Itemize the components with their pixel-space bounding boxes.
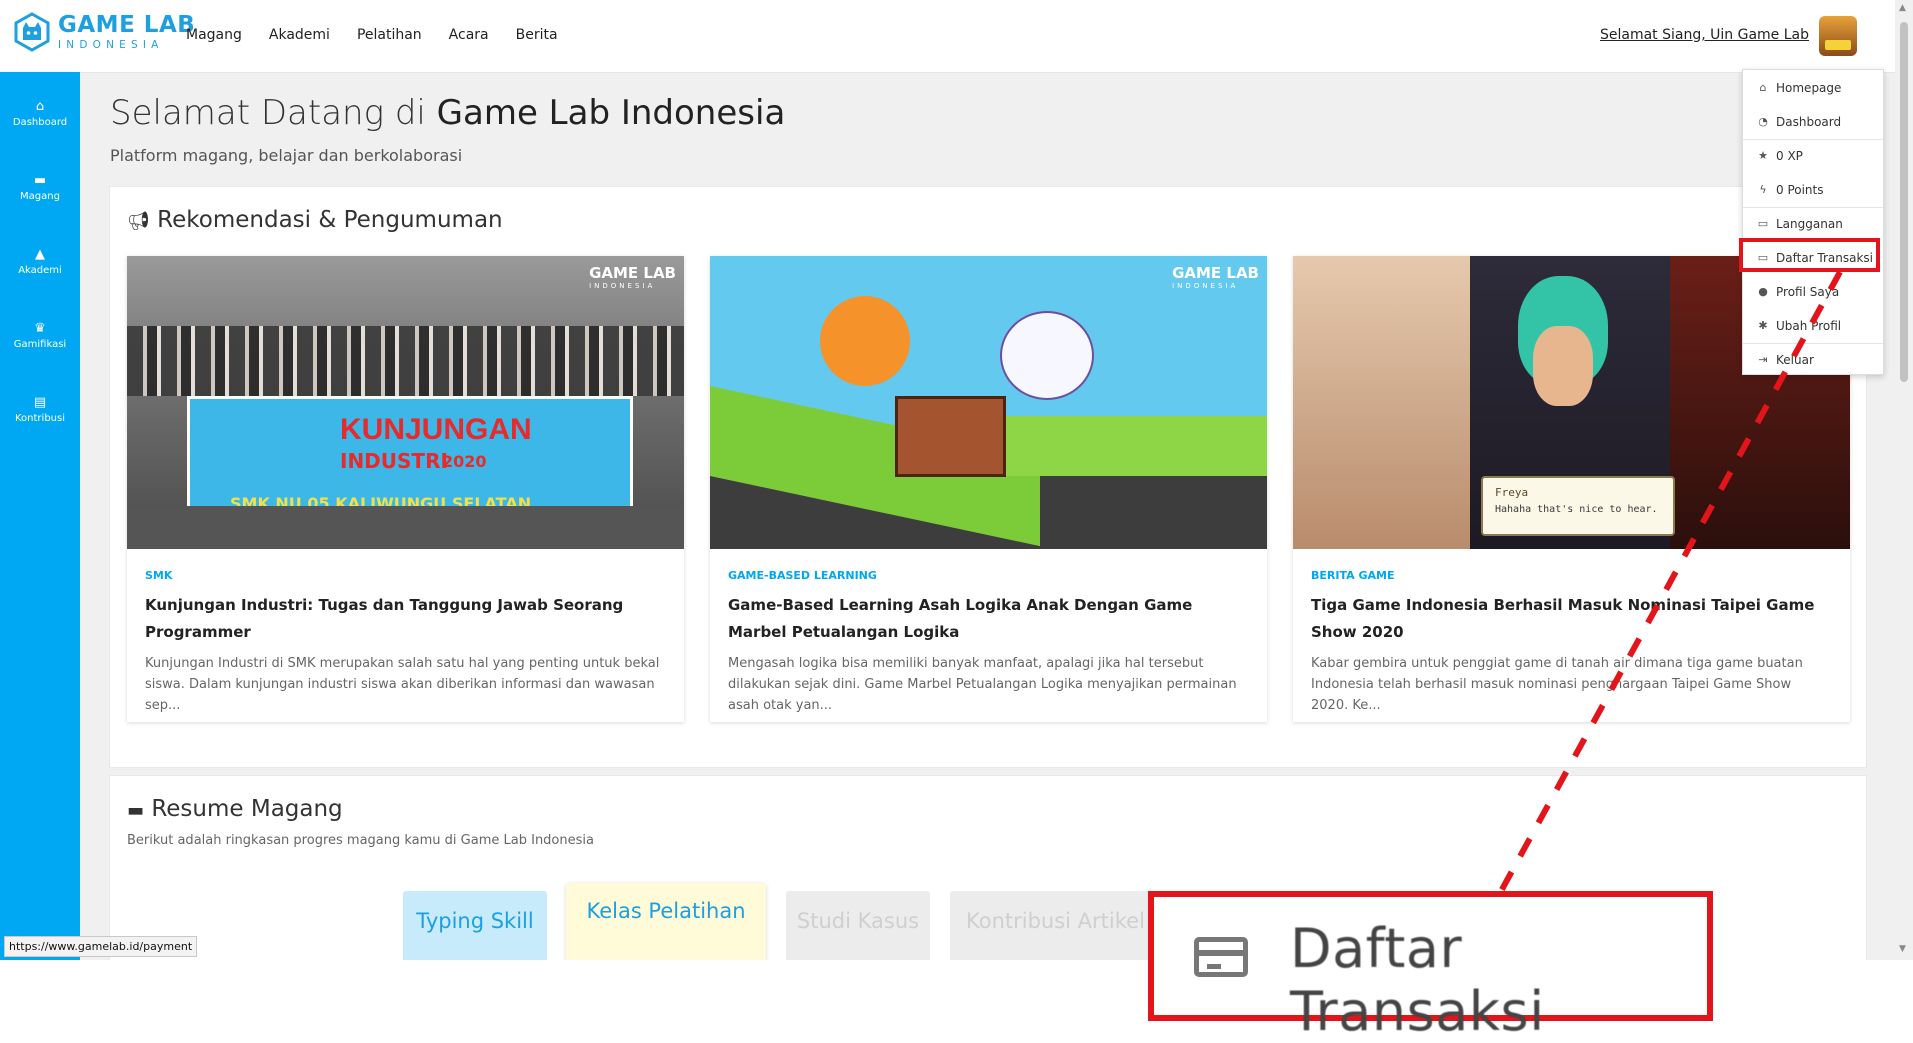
gamelab-watermark: GAME LAB INDONESIA xyxy=(589,264,676,290)
cat-logo-icon xyxy=(14,12,50,52)
scrollbar[interactable]: ▲ ▼ xyxy=(1895,0,1913,960)
news-title[interactable]: Game-Based Learning Asah Logika Anak Den… xyxy=(728,592,1248,646)
sidebar-item-akademi[interactable]: ▲ Akademi xyxy=(0,247,80,277)
nav-magang[interactable]: Magang xyxy=(186,27,242,43)
subscription-icon: ▭ xyxy=(1757,217,1769,230)
menu-item-langganan[interactable]: ▭ Langganan xyxy=(1743,208,1883,240)
user-dropdown-menu: ⌂ Homepage ◔ Dashboard ★ 0 XP ϟ0 Points ▭ La… xyxy=(1742,69,1884,375)
sidebar: ⌂ Dashboard ▬ Magang ▲ Akademi ♛ Gamifik… xyxy=(0,72,80,960)
dialog-box: Freya Hahaha that's nice to hear. xyxy=(1481,476,1675,536)
status-bar-url: https://www.gamelab.id/payment xyxy=(4,936,198,957)
star-icon: ★ xyxy=(1758,149,1768,162)
home-icon: ⌂ xyxy=(1759,81,1767,94)
trophy-icon: ♛ xyxy=(34,321,46,336)
news-excerpt: Mengasah logika bisa memiliki banyak man… xyxy=(728,656,1237,713)
nav-acara[interactable]: Acara xyxy=(449,27,489,43)
zoom-callout-label: Daftar Transaksi xyxy=(1290,917,1545,1043)
tab-kontribusi-artikel[interactable]: Kontribusi Artikel xyxy=(950,891,1180,960)
menu-item-profil-saya[interactable]: ● Profil Saya xyxy=(1743,276,1883,308)
home-icon: ⌂ xyxy=(35,99,45,114)
gear-icon: ✱ xyxy=(1758,319,1768,332)
sidebar-item-label: Gamifikasi xyxy=(13,339,67,350)
menu-item-points[interactable]: ϟ0 Points xyxy=(1743,174,1883,206)
tab-typing-skill[interactable]: Typing Skill xyxy=(403,891,547,960)
browser-viewport: GAME LAB INDONESIA Magang Akademi Pelati… xyxy=(0,0,1913,960)
scroll-down-arrow-icon[interactable]: ▼ xyxy=(1899,944,1906,954)
news-title[interactable]: Tiga Game Indonesia Berhasil Masuk Nomin… xyxy=(1311,592,1831,646)
sidebar-item-label: Magang xyxy=(20,191,60,202)
news-excerpt: Kabar gembira untuk penggiat game di tan… xyxy=(1311,656,1803,713)
news-title[interactable]: Kunjungan Industri: Tugas dan Tanggung J… xyxy=(145,592,665,646)
avatar[interactable] xyxy=(1819,16,1857,56)
sidebar-item-label: Akademi xyxy=(18,265,62,276)
nav-berita[interactable]: Berita xyxy=(516,27,558,43)
brand-name: GAME LAB xyxy=(58,11,196,38)
user-greeting-link[interactable]: Selamat Siang, Uin Game Lab xyxy=(1600,27,1809,43)
top-navbar: GAME LAB INDONESIA Magang Akademi Pelati… xyxy=(0,0,1895,73)
brand-country: INDONESIA xyxy=(58,38,164,51)
recommendation-heading: 📢︎ Rekomendasi & Pengumuman xyxy=(127,207,503,233)
sign-out-icon: ⇥ xyxy=(1758,353,1768,366)
sidebar-item-kontribusi[interactable]: ▤ Kontribusi xyxy=(0,395,80,425)
news-image-smk: KUNJUNGAN INDUSTRI 2020 SMK NU 05 KALIWU… xyxy=(127,256,684,549)
brand-logo[interactable]: GAME LAB INDONESIA xyxy=(14,12,195,52)
book-icon: ▤ xyxy=(33,395,47,410)
credit-card-icon xyxy=(1194,937,1248,977)
title-site-name: Game Lab Indonesia xyxy=(436,93,786,133)
menu-item-keluar[interactable]: ⇥ Keluar xyxy=(1743,344,1883,376)
tab-kelas-pelatihan[interactable]: Kelas Pelatihan xyxy=(566,883,766,960)
page-title: Selamat Datang di Game Lab Indonesia xyxy=(110,93,785,133)
page-subtitle: Platform magang, belajar dan berkolabora… xyxy=(110,146,463,165)
graduation-cap-icon: ▲ xyxy=(35,247,45,262)
news-category: GAME-BASED LEARNING xyxy=(728,569,877,582)
news-excerpt: Kunjungan Industri di SMK merupakan sala… xyxy=(145,656,660,713)
megaphone-icon: 📢︎ xyxy=(127,211,150,232)
menu-item-homepage[interactable]: ⌂ Homepage xyxy=(1743,72,1883,104)
news-category: BERITA GAME xyxy=(1311,569,1395,582)
zoom-callout: Daftar Transaksi xyxy=(1148,891,1713,1043)
gamelab-watermark: GAME LAB INDONESIA xyxy=(1172,264,1259,290)
scroll-up-arrow-icon[interactable]: ▲ xyxy=(1899,3,1906,13)
bolt-icon: ϟ xyxy=(1759,183,1767,196)
menu-item-ubah-profil[interactable]: ✱ Ubah Profil xyxy=(1743,310,1883,342)
character-face xyxy=(1533,326,1593,406)
nav-pelatihan[interactable]: Pelatihan xyxy=(357,27,422,43)
briefcase-icon: ▬ xyxy=(33,173,47,188)
resume-subtitle: Berikut adalah ringkasan progres magang … xyxy=(127,833,594,848)
sidebar-item-label: Kontribusi xyxy=(15,413,65,424)
sidebar-item-dashboard[interactable]: ⌂ Dashboard xyxy=(0,99,80,129)
news-image-marbel: GAME LAB INDONESIA xyxy=(710,256,1267,549)
menu-item-dashboard[interactable]: ◔ Dashboard xyxy=(1743,106,1883,138)
news-card-game-based-learning[interactable]: GAME LAB INDONESIA GAME-BASED LEARNING Ga… xyxy=(710,256,1267,722)
cat-character xyxy=(1000,311,1094,400)
crate xyxy=(895,396,1006,477)
sidebar-item-magang[interactable]: ▬ Magang xyxy=(0,173,80,203)
dashboard-icon: ◔ xyxy=(1758,115,1768,128)
news-card-smk[interactable]: KUNJUNGAN INDUSTRI 2020 SMK NU 05 KALIWU… xyxy=(127,256,684,722)
highlight-box xyxy=(1739,238,1880,272)
user-icon: ● xyxy=(1758,285,1768,298)
sidebar-item-label: Dashboard xyxy=(12,117,68,128)
resume-heading: ▬ Resume Magang xyxy=(127,796,343,822)
sidebar-item-gamifikasi[interactable]: ♛ Gamifikasi xyxy=(0,321,80,351)
briefcase-icon: ▬ xyxy=(127,800,145,821)
tab-studi-kasus[interactable]: Studi Kasus xyxy=(786,891,930,960)
news-category: SMK xyxy=(145,569,173,582)
title-prefix: Selamat Datang di xyxy=(110,93,437,133)
main-nav: Magang Akademi Pelatihan Acara Berita xyxy=(186,27,558,43)
menu-item-xp[interactable]: ★ 0 XP xyxy=(1743,140,1883,172)
scrollbar-thumb[interactable] xyxy=(1900,22,1908,382)
tiger-character xyxy=(820,296,910,386)
nav-akademi[interactable]: Akademi xyxy=(269,27,330,43)
